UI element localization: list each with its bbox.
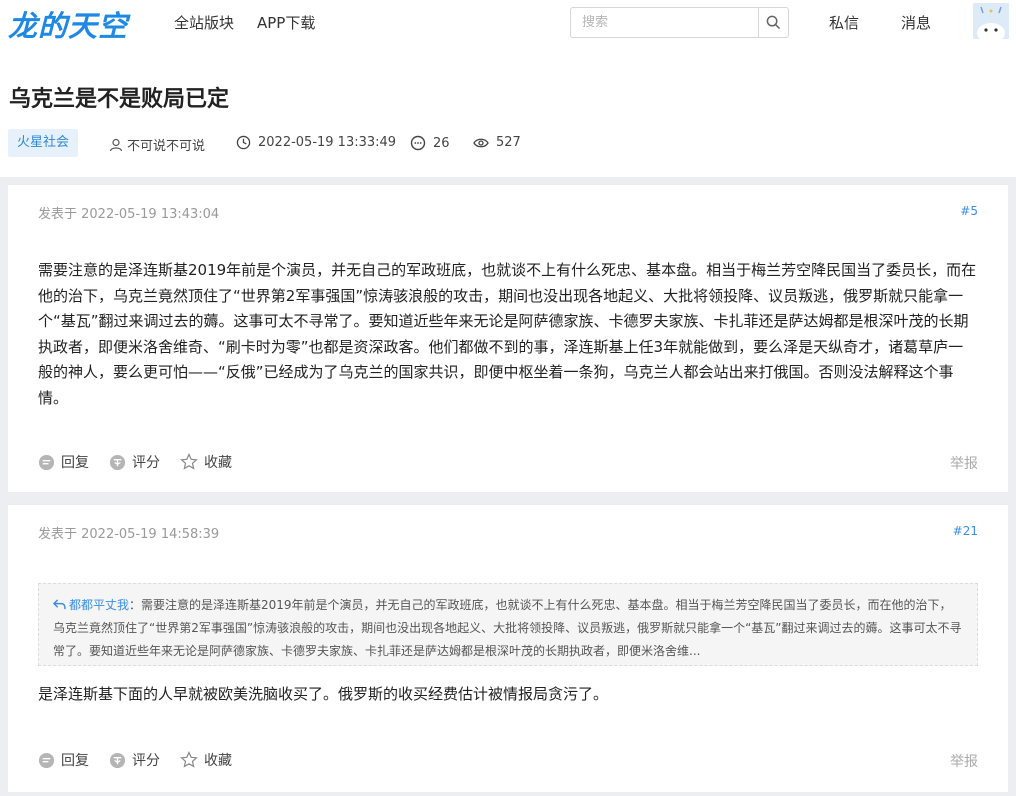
- post-card: 发表于 2022-05-19 13:43:04 #5 需要注意的是泽连斯基201…: [8, 185, 1008, 492]
- post-card: 发表于 2022-05-19 14:58:39 #21 都都平丈我：需要注意的是…: [8, 505, 1008, 792]
- post-time: 发表于 2022-05-19 14:58:39: [38, 527, 220, 542]
- site-logo[interactable]: 龙的天空: [8, 3, 128, 45]
- favorite-button[interactable]: 收藏: [180, 452, 232, 472]
- clock-icon: [236, 135, 251, 150]
- post-time: 发表于 2022-05-19 13:43:04: [38, 207, 220, 222]
- reply-icon: [38, 752, 55, 768]
- nav-all-boards[interactable]: 全站版块: [174, 12, 234, 33]
- comment-icon: [410, 135, 426, 151]
- user-icon: [109, 138, 123, 151]
- datetime-text: 2022-05-19 13:33:49: [258, 135, 397, 150]
- post-floor-number[interactable]: #5: [960, 204, 978, 218]
- report-link[interactable]: 举报: [950, 751, 978, 771]
- search-icon: [766, 15, 781, 30]
- author-name: 不可说不可说: [127, 139, 206, 154]
- rate-button[interactable]: 评分: [109, 750, 160, 770]
- reply-label: 回复: [61, 455, 89, 471]
- report-link[interactable]: 举报: [950, 453, 978, 473]
- thread-datetime: 2022-05-19 13:33:49: [236, 135, 396, 150]
- thread-title: 乌克兰是不是败局已定: [9, 87, 230, 112]
- rate-button[interactable]: 评分: [109, 452, 160, 472]
- nav-notifications[interactable]: 消息: [901, 12, 931, 33]
- top-navbar: 龙的天空 全站版块 APP下载 私信 消息: [0, 0, 1016, 45]
- thread-category-tag[interactable]: 火星社会: [8, 129, 79, 157]
- post-content: 需要注意的是泽连斯基2019年前是个演员，并无自己的军政班底，也就谈不上有什么死…: [38, 261, 977, 407]
- thread-header: 乌克兰是不是败局已定 火星社会 不可说不可说 2022-05-19 13:33:…: [0, 45, 1016, 177]
- thread-author[interactable]: 不可说不可说: [109, 135, 205, 154]
- reply-arrow-icon: [52, 599, 66, 610]
- favorite-label: 收藏: [204, 455, 232, 471]
- favorite-button[interactable]: 收藏: [180, 750, 232, 770]
- rate-label: 评分: [132, 753, 160, 769]
- quote-author[interactable]: 都都平丈我: [52, 598, 130, 612]
- quote-text: ：需要注意的是泽连斯基2019年前是个演员，并无自己的军政班底，也就谈不上有什么…: [53, 598, 962, 658]
- reply-button[interactable]: 回复: [38, 750, 89, 770]
- post-actions: 回复 评分 收藏: [38, 750, 232, 770]
- rate-label: 评分: [132, 455, 160, 471]
- post-content: 是泽连斯基下面的人早就被欧美洗脑收买了。俄罗斯的收买经费估计被情报局贪污了。: [38, 685, 609, 703]
- quoted-post: 都都平丈我：需要注意的是泽连斯基2019年前是个演员，并无自己的军政班底，也就谈…: [38, 583, 978, 666]
- nav-private-message[interactable]: 私信: [829, 12, 859, 33]
- rate-icon: [109, 752, 126, 768]
- rate-icon: [109, 454, 126, 470]
- search-button[interactable]: [758, 8, 788, 37]
- star-icon: [180, 453, 198, 470]
- favorite-label: 收藏: [204, 753, 232, 769]
- quote-author-name: 都都平丈我: [69, 598, 130, 612]
- eye-icon: [473, 138, 489, 147]
- search-box: [570, 7, 789, 38]
- search-input[interactable]: [571, 8, 759, 37]
- user-avatar[interactable]: [973, 3, 1009, 39]
- post-floor-number[interactable]: #21: [953, 524, 978, 538]
- thread-comment-count: 26: [410, 135, 450, 151]
- nav-app-download[interactable]: APP下载: [257, 12, 315, 33]
- post-actions: 回复 评分 收藏: [38, 452, 232, 472]
- star-icon: [180, 751, 198, 768]
- comment-count: 26: [433, 135, 450, 151]
- reply-button[interactable]: 回复: [38, 452, 89, 472]
- reply-icon: [38, 454, 55, 470]
- reply-label: 回复: [61, 753, 89, 769]
- view-count: 527: [496, 135, 521, 150]
- avatar-icon: [973, 3, 1009, 39]
- thread-view-count: 527: [473, 135, 521, 150]
